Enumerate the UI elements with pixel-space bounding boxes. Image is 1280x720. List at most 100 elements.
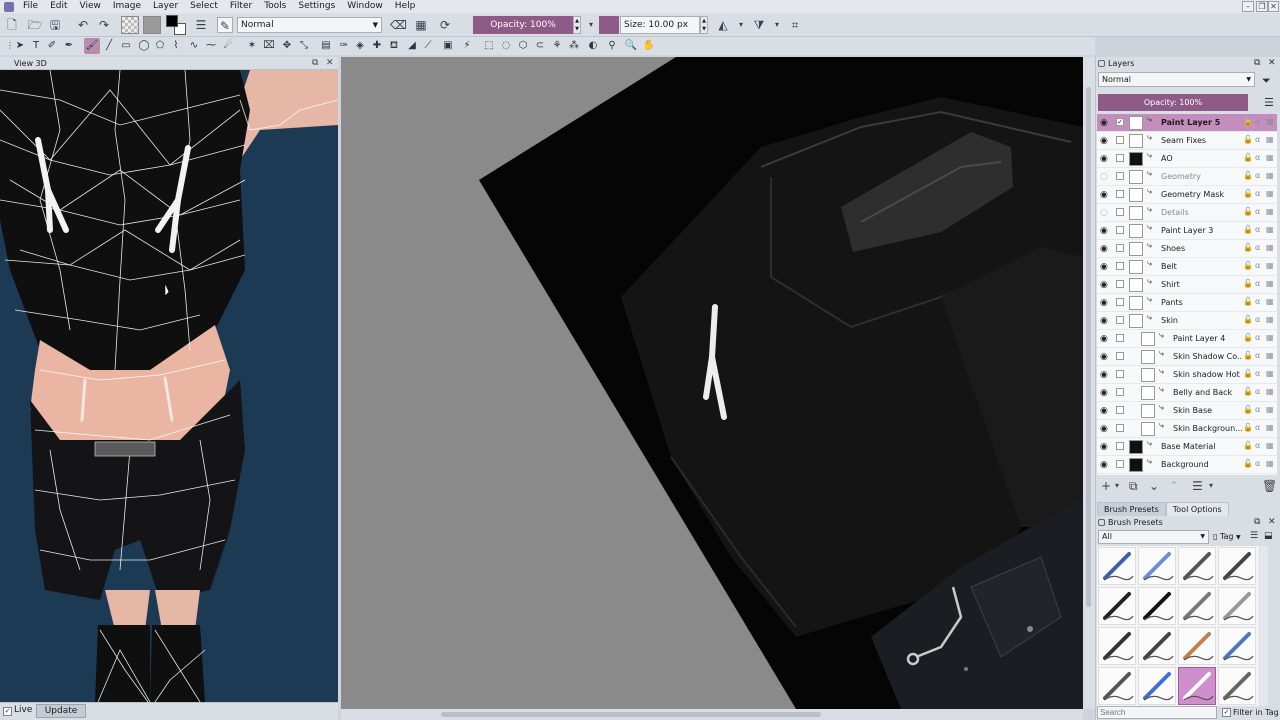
alpha-lock-icon[interactable]: α (1255, 387, 1260, 396)
scrollbar-thumb[interactable] (441, 712, 821, 717)
layer-row[interactable]: ◉ ⤷ Pants 🔓 α ▦ (1097, 294, 1277, 312)
pencil-brush-icon[interactable] (1178, 587, 1216, 625)
scrollbar-thumb[interactable] (1086, 87, 1091, 607)
lock-icon[interactable]: 🔓 (1243, 351, 1253, 360)
magnetic-select-icon[interactable]: ⚲ (604, 38, 620, 54)
outline-select-icon[interactable]: ⊂ (532, 38, 548, 54)
alpha-lock-icon[interactable]: α (1255, 207, 1260, 216)
layer-select-checkbox[interactable] (1116, 226, 1124, 234)
brush-preset-icon[interactable]: ✎ (217, 17, 233, 33)
import-brush-icon[interactable]: ⬓ (1264, 531, 1273, 541)
menu-image[interactable]: Image (107, 0, 147, 13)
menu-layer[interactable]: Layer (147, 0, 184, 13)
polyline-tool-icon[interactable]: ⌇ (168, 38, 184, 54)
inherit-alpha-icon[interactable]: ▦ (1266, 117, 1274, 126)
layer-row[interactable]: ◉ ⤷ Background 🔓 α ▦ (1097, 456, 1277, 474)
calligraphy-icon[interactable]: ✒ (61, 38, 77, 54)
menu-help[interactable]: Help (389, 0, 422, 13)
lock-icon[interactable]: 🔓 (1243, 387, 1253, 396)
layer-blend-mode-select[interactable]: Normal ▼ (1098, 72, 1255, 87)
lock-icon[interactable]: 🔓 (1243, 405, 1253, 414)
layer-row[interactable]: ◉ ⤷ Skin 🔓 α ▦ (1097, 312, 1277, 330)
layer-select-checkbox[interactable] (1116, 154, 1124, 162)
float-docker-icon[interactable]: ⧉ (1254, 58, 1260, 68)
fill-tool-icon[interactable]: ⛾ (386, 38, 402, 54)
layer-row[interactable]: ◉ ⤷ Shirt 🔓 α ▦ (1097, 276, 1277, 294)
menu-tools[interactable]: Tools (258, 0, 292, 13)
preserve-alpha-icon[interactable]: ▦ (413, 17, 429, 33)
layer-row[interactable]: ◉ ⤷ Skin shadow Hot 🔓 α ▦ (1097, 366, 1277, 384)
marker-brush-icon[interactable] (1098, 587, 1136, 625)
opacity-slider[interactable]: Opacity: 100% (473, 16, 573, 34)
layer-opacity-slider[interactable]: Opacity: 100% (1098, 94, 1248, 111)
float-docker-icon[interactable]: ⧉ (312, 57, 318, 70)
lock-icon[interactable]: 🔓 (1243, 225, 1253, 234)
layer-select-checkbox[interactable]: ✓ (1116, 118, 1124, 126)
chevron-down-icon[interactable]: ▾ (1209, 477, 1213, 495)
visibility-eye-icon[interactable]: ◉ (1100, 442, 1108, 452)
visibility-eye-icon[interactable]: ◉ (1100, 136, 1108, 146)
inherit-alpha-icon[interactable]: ▦ (1266, 261, 1274, 270)
menu-window[interactable]: Window (341, 0, 389, 13)
lock-icon[interactable]: 🔓 (1243, 423, 1253, 432)
visibility-eye-icon[interactable]: ◉ (1100, 388, 1108, 398)
brush-search-input[interactable] (1097, 706, 1217, 719)
visibility-eye-icon[interactable]: ◉ (1100, 424, 1108, 434)
blender-brush-icon[interactable] (1178, 547, 1216, 585)
layer-select-checkbox[interactable] (1116, 460, 1124, 468)
flow-swatch[interactable] (599, 16, 619, 34)
dynamic-brush-icon[interactable]: ☄ (220, 38, 236, 54)
visibility-eye-icon[interactable]: ◉ (1100, 406, 1108, 416)
visibility-eye-icon[interactable]: ◉ (1100, 226, 1108, 236)
layer-select-checkbox[interactable] (1116, 262, 1124, 270)
restore-icon[interactable]: ❐ (1256, 1, 1268, 12)
layer-select-checkbox[interactable] (1116, 334, 1124, 342)
alpha-lock-icon[interactable]: α (1255, 117, 1260, 126)
mirror-horizontal-icon[interactable]: ◭ (715, 17, 731, 33)
bezier-tool-icon[interactable]: ∿ (186, 38, 202, 54)
layer-row[interactable]: ◉ ⤷ Skin Shadow Co... 🔓 α ▦ (1097, 348, 1277, 366)
layer-select-checkbox[interactable] (1116, 316, 1124, 324)
eraser-icon[interactable]: ⌫ (390, 17, 407, 33)
fill-pattern-swatch[interactable] (121, 16, 139, 34)
alpha-lock-icon[interactable]: α (1255, 171, 1260, 180)
alpha-lock-icon[interactable]: α (1255, 459, 1260, 468)
layer-row[interactable]: ○ ⤷ Geometry 🔓 α ▦ (1097, 168, 1277, 186)
brush-tag-select[interactable]: All ▼ (1098, 530, 1209, 544)
lock-icon[interactable]: 🔓 (1243, 315, 1253, 324)
pastel-brush-icon[interactable] (1138, 627, 1176, 665)
view3d-viewport[interactable] (0, 70, 338, 702)
menu-file[interactable]: File (17, 0, 44, 13)
ink-brush-icon[interactable] (1138, 587, 1176, 625)
filter-icon[interactable]: ⏷ (1262, 74, 1271, 88)
alpha-lock-icon[interactable]: α (1255, 243, 1260, 252)
tab-tool-options[interactable]: Tool Options (1165, 502, 1229, 516)
inherit-alpha-icon[interactable]: ▦ (1266, 423, 1274, 432)
inherit-alpha-icon[interactable]: ▦ (1266, 207, 1274, 216)
layer-select-checkbox[interactable] (1116, 388, 1124, 396)
layer-row[interactable]: ◉ ⤷ AO 🔓 α ▦ (1097, 150, 1277, 168)
visibility-eye-icon[interactable]: ◉ (1100, 298, 1108, 308)
gradient-tool-icon[interactable]: ▤ (318, 38, 334, 54)
inherit-alpha-icon[interactable]: ▦ (1266, 333, 1274, 342)
alpha-lock-icon[interactable]: α (1255, 333, 1260, 342)
airbrush-icon[interactable] (1138, 547, 1176, 585)
inherit-alpha-icon[interactable]: ▦ (1266, 135, 1274, 144)
alpha-lock-icon[interactable]: α (1255, 369, 1260, 378)
ellipse-select-icon[interactable]: ◌ (498, 38, 514, 54)
layer-row[interactable]: ◉ ✓ ⤷ Paint Layer 5 🔓 α ▦ (1097, 114, 1277, 132)
redo-icon[interactable]: ↷ (96, 17, 112, 33)
menu-filter[interactable]: Filter (224, 0, 258, 13)
visibility-eye-icon[interactable]: ◉ (1100, 316, 1108, 326)
delete-layer-icon[interactable]: 🗑 (1262, 477, 1277, 495)
freehand-brush-icon[interactable]: 🖌 (84, 38, 100, 54)
visibility-eye-icon[interactable]: ◉ (1100, 370, 1108, 380)
layer-select-checkbox[interactable] (1116, 190, 1124, 198)
pink-pen-icon[interactable] (1178, 667, 1216, 705)
inherit-alpha-icon[interactable]: ▦ (1266, 297, 1274, 306)
layer-row[interactable]: ◉ ⤷ Base Material 🔓 α ▦ (1097, 438, 1277, 456)
lock-icon[interactable]: 🔓 (1243, 135, 1253, 144)
layer-select-checkbox[interactable] (1116, 406, 1124, 414)
blend-mode-select[interactable]: Normal ▼ (237, 17, 382, 33)
inherit-alpha-icon[interactable]: ▦ (1266, 441, 1274, 450)
